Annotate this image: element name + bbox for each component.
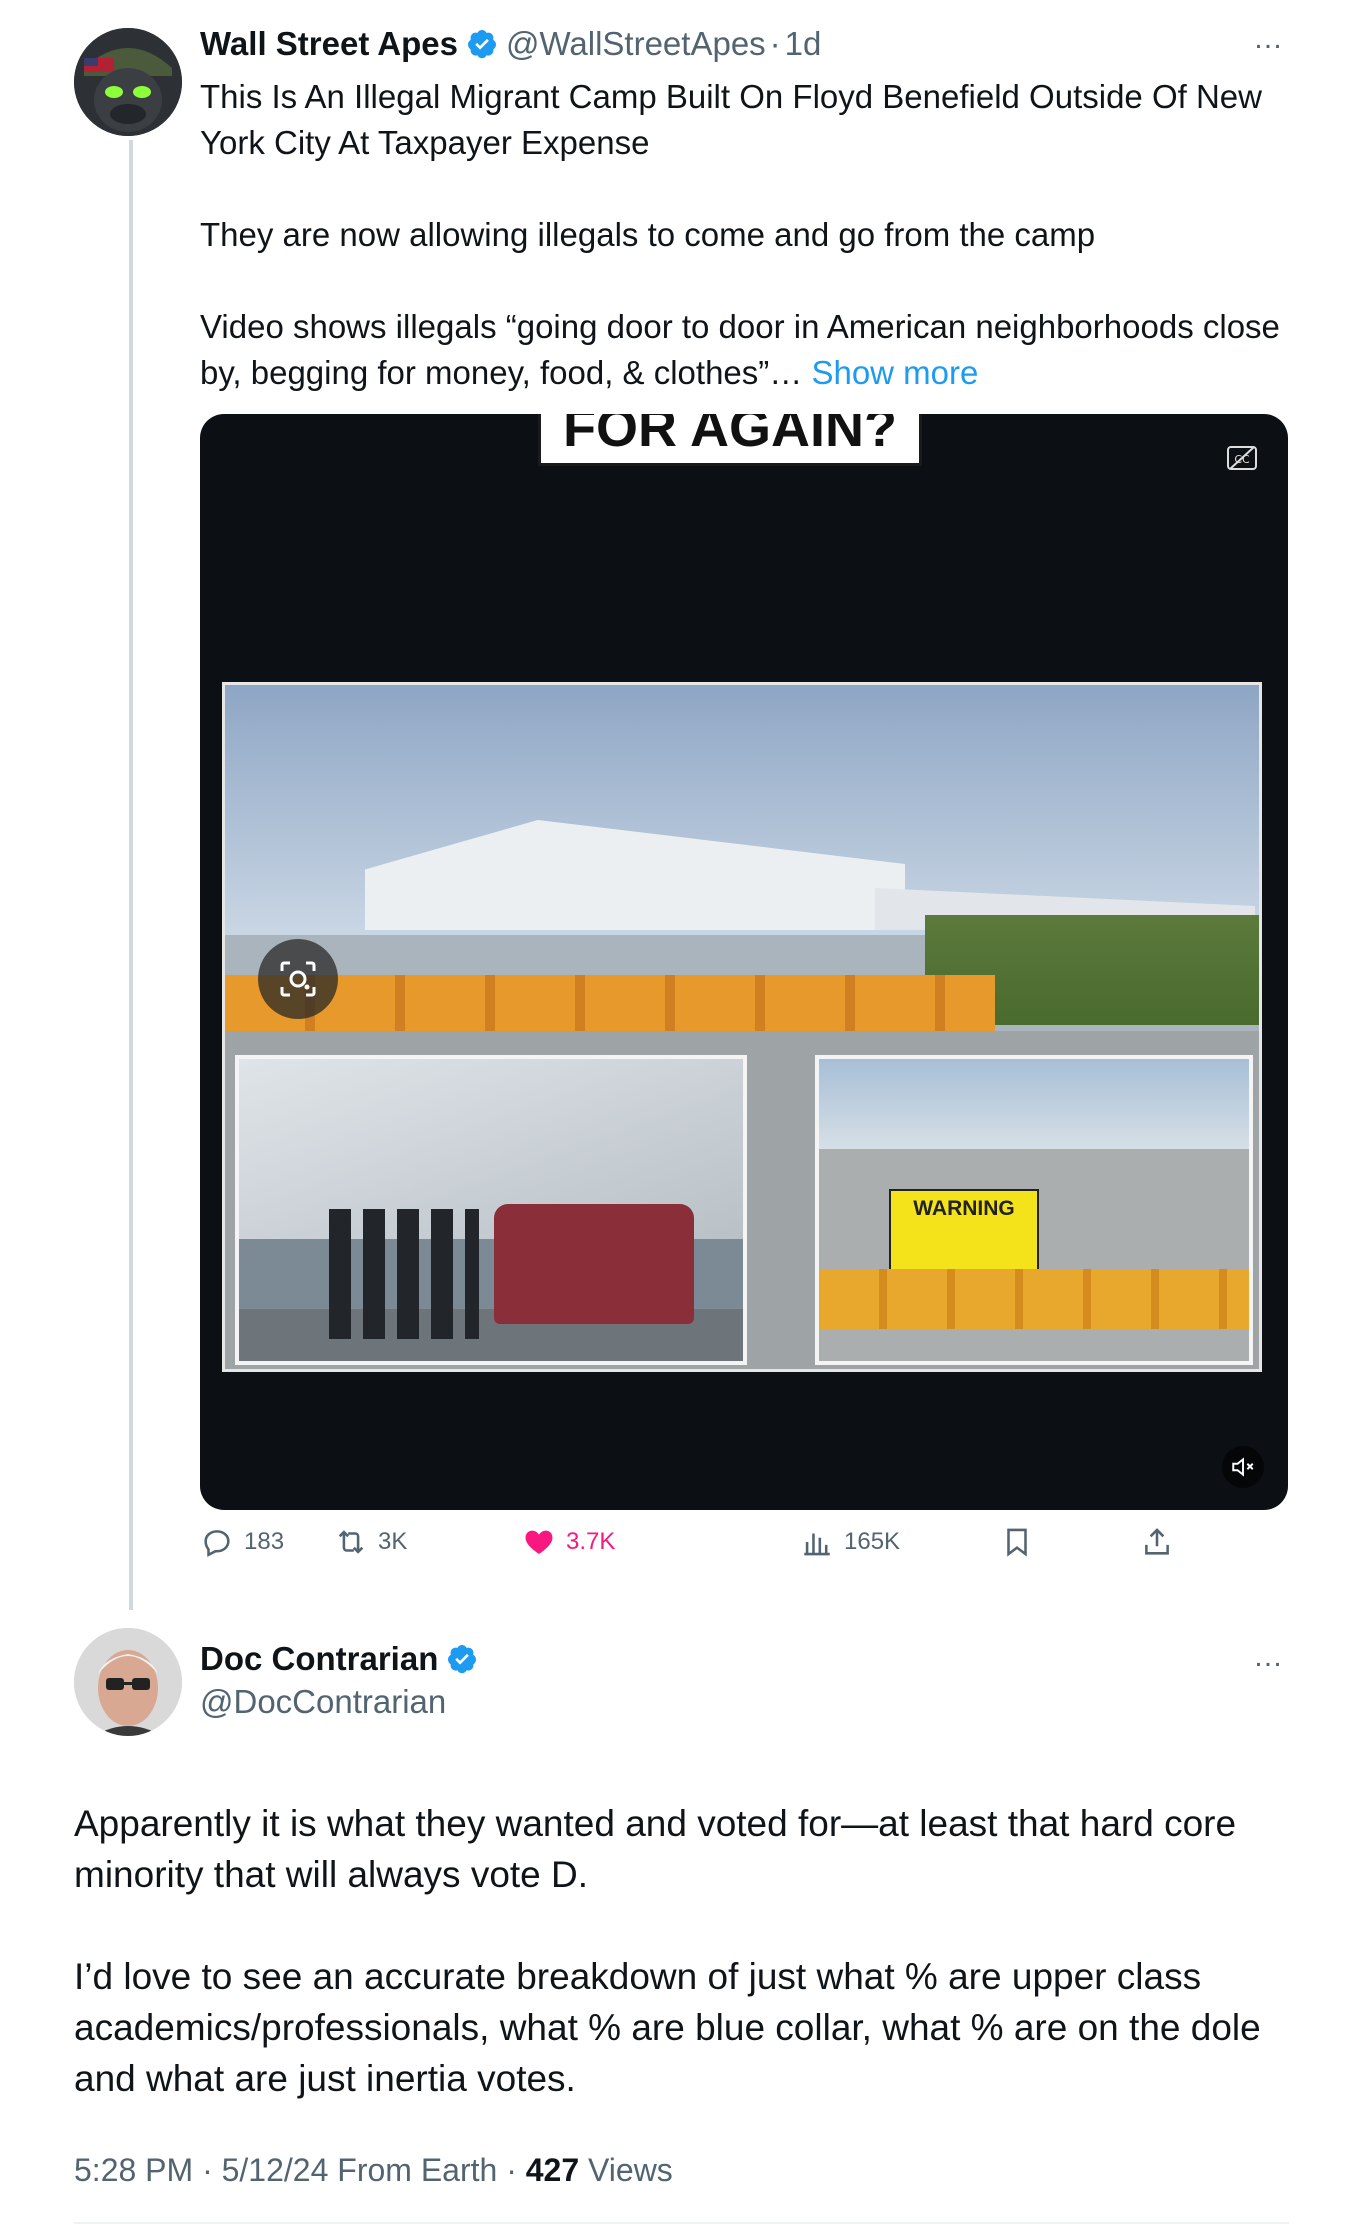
avatar-doc-contrarian[interactable] [74, 1628, 182, 1736]
reply-text: Apparently it is what they wanted and vo… [74, 1798, 1304, 2104]
verified-icon [448, 1645, 477, 1674]
like-count: 3.7K [566, 1528, 616, 1555]
repost-button[interactable]: 3K [334, 1525, 407, 1559]
video-player[interactable]: FOR AGAIN? CC WARNING [200, 414, 1288, 1510]
inset-barrier [819, 1269, 1249, 1329]
like-button[interactable]: 3.7K [522, 1525, 615, 1559]
tweet-age[interactable]: 1d [785, 25, 822, 63]
inset-photo-left [235, 1055, 747, 1365]
reply-button[interactable]: 183 [200, 1525, 284, 1559]
reply-author-handle[interactable]: @DocContrarian [200, 1683, 446, 1721]
author-handle[interactable]: @WallStreetApes [506, 25, 766, 63]
inset-sky [819, 1059, 1249, 1149]
barrier-row [225, 975, 995, 1031]
share-button[interactable] [1140, 1525, 1174, 1559]
post-time[interactable]: 5:28 PM [74, 2152, 193, 2188]
warning-sign: WARNING [889, 1189, 1039, 1281]
post-source: From Earth [337, 2152, 498, 2188]
tweet-paragraph-text: Video shows illegals “going door to door… [200, 308, 1280, 391]
divider [74, 2222, 1289, 2224]
reply-count: 183 [244, 1528, 285, 1555]
reply-meta: 5:28 PM · 5/12/24 From Earth · 427 Views [74, 2152, 673, 2189]
repost-count: 3K [378, 1528, 408, 1555]
more-icon[interactable]: … [1253, 22, 1284, 56]
reply-author-name[interactable]: Doc Contrarian [200, 1640, 438, 1678]
bookmark-icon [1007, 1528, 1027, 1557]
mute-icon[interactable] [1222, 1446, 1264, 1488]
thread-line [129, 140, 133, 1610]
reply-paragraph: Apparently it is what they wanted and vo… [74, 1803, 1237, 1895]
views-label: Views [588, 2152, 673, 2188]
reply-header: Doc Contrarian [200, 1640, 486, 1678]
like-icon [525, 1530, 553, 1555]
inset-truck [494, 1204, 694, 1324]
dot-separator: · [506, 2152, 526, 2188]
dot-separator: · [202, 2152, 222, 2188]
reply-paragraph: I’d love to see an accurate breakdown of… [74, 1956, 1261, 2099]
reply-icon [204, 1530, 230, 1557]
inset-photo-right: WARNING [815, 1055, 1253, 1365]
more-icon[interactable]: … [1253, 1640, 1284, 1674]
avatar-wall-street-apes[interactable] [74, 28, 182, 136]
views-count: 165K [844, 1528, 901, 1555]
repost-icon [338, 1530, 364, 1554]
views-button[interactable]: 165K [800, 1525, 900, 1559]
views-icon [804, 1533, 830, 1556]
post-date[interactable]: 5/12/24 [222, 2152, 329, 2188]
video-frame-image: WARNING [222, 682, 1262, 1372]
closed-captions-icon[interactable]: CC [1226, 444, 1258, 472]
verified-icon [467, 30, 496, 59]
views-total: 427 [525, 2152, 580, 2188]
tweet-actions: 183 3K 3.7K 165K [200, 1525, 1200, 1575]
tweet-header: Wall Street Apes @WallStreetApes · 1d [200, 25, 821, 63]
video-caption: FOR AGAIN? [538, 414, 922, 466]
bookmark-button[interactable] [1000, 1525, 1034, 1559]
show-more-link[interactable]: Show more [811, 354, 978, 391]
tweet-text: This Is An Illegal Migrant Camp Built On… [200, 74, 1300, 396]
tweet-paragraph: Video shows illegals “going door to door… [200, 304, 1300, 396]
inset-people [329, 1209, 479, 1339]
lens-icon[interactable] [258, 939, 338, 1019]
author-name[interactable]: Wall Street Apes [200, 25, 458, 63]
dot-separator: · [769, 25, 781, 62]
tweet-paragraph: This Is An Illegal Migrant Camp Built On… [200, 78, 1262, 161]
share-icon [1145, 1528, 1169, 1555]
tweet-paragraph: They are now allowing illegals to come a… [200, 216, 1096, 253]
